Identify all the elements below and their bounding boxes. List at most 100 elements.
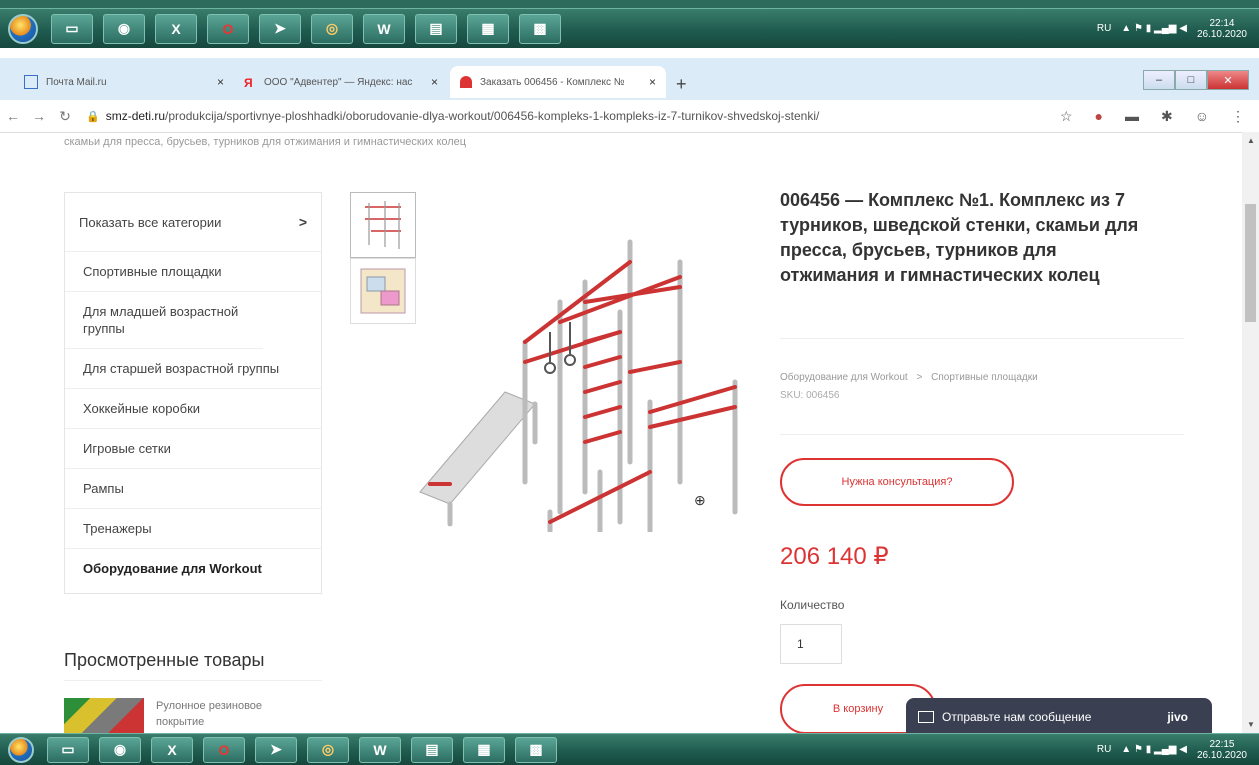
lock-icon: 🔒 bbox=[86, 110, 100, 123]
gallery-thumbnail-2[interactable] bbox=[350, 258, 416, 324]
close-icon[interactable]: × bbox=[649, 75, 656, 89]
excel-icon[interactable]: X bbox=[155, 13, 197, 44]
notepad-icon[interactable]: ▤ bbox=[415, 13, 457, 44]
product-breadcrumb: Оборудование для Workout > Спортивные пл… bbox=[780, 372, 1038, 383]
browser-icon[interactable]: ◎ bbox=[311, 13, 353, 44]
quantity-input[interactable]: 1 bbox=[780, 624, 842, 664]
word-icon[interactable]: W bbox=[363, 13, 405, 44]
system-tray: RU ▲ ⚑ ▮ ▂▄▆ ◀ 22:15 26.10.2020 bbox=[1097, 739, 1259, 761]
explorer-icon[interactable]: ▭ bbox=[47, 736, 89, 763]
divider bbox=[780, 434, 1184, 435]
puzzle-icon[interactable]: ✱ bbox=[1161, 108, 1173, 125]
show-all-label: Показать все категории bbox=[79, 214, 222, 230]
app-icon[interactable]: ➤ bbox=[259, 13, 301, 44]
extension2-icon[interactable]: ▬ bbox=[1125, 108, 1139, 125]
app2-icon[interactable]: ▩ bbox=[515, 736, 557, 763]
close-icon[interactable]: × bbox=[217, 75, 224, 89]
browser-tabbar: Почта Mail.ru × Я ООО "Адвентер" — Яндек… bbox=[0, 58, 1259, 100]
scroll-down-icon[interactable]: ▼ bbox=[1247, 720, 1255, 729]
opera-icon[interactable]: O bbox=[203, 736, 245, 763]
scroll-thumb[interactable] bbox=[1245, 204, 1256, 322]
maximize-button[interactable]: □ bbox=[1175, 70, 1207, 90]
clock-time: 22:15 bbox=[1209, 738, 1235, 750]
product-title: 006456 — Комплекс №1. Комплекс из 7 турн… bbox=[780, 190, 1139, 285]
show-all-categories[interactable]: Показать все категории > bbox=[65, 193, 321, 252]
reload-icon[interactable]: ↻ bbox=[52, 108, 78, 125]
page-content: скамьи для пресса, брусьев, турников для… bbox=[0, 132, 1259, 733]
screen-top-strip bbox=[0, 0, 1259, 8]
tab-title: Заказать 006456 - Комплекс № bbox=[480, 76, 625, 88]
envelope-icon bbox=[918, 711, 934, 723]
product-sku: SKU: 006456 bbox=[780, 390, 840, 401]
new-tab-button[interactable]: + bbox=[676, 74, 687, 95]
sidebar-item-sport-grounds[interactable]: Спортивные площадки bbox=[65, 252, 321, 292]
cut-off-text: скамьи для пресса, брусьев, турников для… bbox=[64, 136, 467, 148]
url-path: /produkcija/sportivnye-ploshhadki/oborud… bbox=[165, 109, 820, 123]
address-actions: ☆ ● ▬ ✱ ☺ ⋮ bbox=[1060, 108, 1245, 125]
winrar-icon[interactable]: ▦ bbox=[463, 736, 505, 763]
close-icon[interactable]: × bbox=[431, 75, 438, 89]
word-icon[interactable]: W bbox=[359, 736, 401, 763]
back-icon[interactable]: ← bbox=[0, 108, 26, 124]
scroll-up-icon[interactable]: ▲ bbox=[1247, 136, 1255, 145]
viewed-product-item[interactable]: Рулонное резиновое покрытие bbox=[64, 698, 296, 733]
page-scrollbar[interactable]: ▲ ▼ bbox=[1242, 132, 1259, 733]
system-tray: RU ▲ ⚑ ▮ ▂▄▆ ◀ 22:14 26.10.2020 bbox=[1097, 18, 1259, 40]
sidebar-item-nets[interactable]: Игровые сетки bbox=[65, 429, 321, 469]
opera-icon[interactable]: O bbox=[207, 13, 249, 44]
sidebar-item-older-group[interactable]: Для старшей возрастной группы bbox=[65, 349, 321, 389]
product-thumbnail[interactable] bbox=[64, 698, 144, 733]
sidebar-item-workout[interactable]: Оборудование для Workout bbox=[65, 549, 321, 593]
clock-date: 26.10.2020 bbox=[1196, 749, 1247, 761]
consultation-button[interactable]: Нужна консультация? bbox=[780, 458, 1014, 506]
chevron-right-icon: > bbox=[298, 214, 307, 230]
forward-icon[interactable]: → bbox=[26, 108, 52, 124]
star-icon[interactable]: ☆ bbox=[1060, 108, 1073, 125]
sidebar-item-trainers[interactable]: Тренажеры bbox=[65, 509, 321, 549]
chrome-icon[interactable]: ◉ bbox=[103, 13, 145, 44]
minimize-button[interactable]: – bbox=[1143, 70, 1175, 90]
sidebar-item-ramps[interactable]: Рампы bbox=[65, 469, 321, 509]
app2-icon[interactable]: ▩ bbox=[519, 13, 561, 44]
plan-thumb-image bbox=[360, 268, 406, 314]
notepad-icon[interactable]: ▤ bbox=[411, 736, 453, 763]
extension-icon[interactable]: ● bbox=[1095, 108, 1103, 125]
viewed-product-name[interactable]: Рулонное резиновое покрытие bbox=[156, 698, 296, 733]
menu-icon[interactable]: ⋮ bbox=[1231, 108, 1245, 125]
product-main-image[interactable] bbox=[410, 222, 750, 532]
jivo-brand: jivo bbox=[1167, 710, 1188, 724]
sidebar-item-younger-group[interactable]: Для младшей возрастной группы bbox=[65, 292, 263, 349]
profile-icon[interactable]: ☺ bbox=[1195, 108, 1209, 125]
tray-icons[interactable]: ▲ ⚑ ▮ ▂▄▆ ◀ bbox=[1121, 744, 1187, 755]
excel-icon[interactable]: X bbox=[151, 736, 193, 763]
close-window-button[interactable]: ✕ bbox=[1207, 70, 1249, 90]
explorer-icon[interactable]: ▭ bbox=[51, 13, 93, 44]
breadcrumb-sport-grounds[interactable]: Спортивные площадки bbox=[931, 372, 1038, 383]
clock-time: 22:14 bbox=[1209, 17, 1235, 29]
tray-icons[interactable]: ▲ ⚑ ▮ ▂▄▆ ◀ bbox=[1121, 23, 1187, 34]
tab-product[interactable]: Заказать 006456 - Комплекс № × bbox=[450, 66, 666, 98]
jivo-message-label: Отправьте нам сообщение bbox=[942, 710, 1092, 724]
address-bar: ← → ↻ 🔒 smz-deti.ru/produkcija/sportivny… bbox=[0, 100, 1259, 133]
category-sidebar: Показать все категории > Спортивные площ… bbox=[64, 192, 322, 594]
breadcrumb-workout[interactable]: Оборудование для Workout bbox=[780, 372, 908, 383]
start-button[interactable] bbox=[8, 736, 34, 763]
url-field[interactable]: smz-deti.ru/produkcija/sportivnye-ploshh… bbox=[106, 109, 820, 123]
language-indicator[interactable]: RU bbox=[1097, 744, 1111, 755]
app-icon[interactable]: ➤ bbox=[255, 736, 297, 763]
browser-icon[interactable]: ◎ bbox=[307, 736, 349, 763]
zoom-icon[interactable]: ⊕ bbox=[694, 492, 706, 509]
tab-mail[interactable]: Почта Mail.ru × bbox=[14, 66, 234, 98]
gallery-thumbnail-1[interactable] bbox=[350, 192, 416, 258]
divider bbox=[780, 338, 1184, 339]
mail-icon bbox=[24, 75, 38, 89]
winrar-icon[interactable]: ▦ bbox=[467, 13, 509, 44]
language-indicator[interactable]: RU bbox=[1097, 23, 1111, 34]
clock[interactable]: 22:14 26.10.2020 bbox=[1197, 18, 1247, 40]
chrome-icon[interactable]: ◉ bbox=[99, 736, 141, 763]
tab-yandex[interactable]: Я ООО "Адвентер" — Яндекс: нас × bbox=[234, 66, 448, 98]
start-button[interactable] bbox=[8, 13, 38, 44]
jivo-chat-widget[interactable]: Отправьте нам сообщение jivo bbox=[906, 698, 1212, 733]
clock[interactable]: 22:15 26.10.2020 bbox=[1197, 739, 1247, 761]
sidebar-item-hockey[interactable]: Хоккейные коробки bbox=[65, 389, 321, 429]
